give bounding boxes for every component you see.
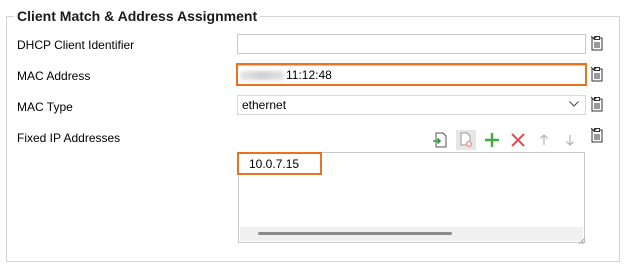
mac-address-label: MAC Address <box>17 69 91 83</box>
remove-button[interactable] <box>508 130 528 150</box>
import-button[interactable] <box>430 130 450 150</box>
import-icon <box>433 132 447 148</box>
chevron-down-icon <box>591 97 597 101</box>
mac-type-label: MAC Type <box>17 100 73 114</box>
chevron-down-icon <box>591 67 597 71</box>
dhcp-client-identifier-input[interactable] <box>237 34 586 54</box>
delete-file-button[interactable] <box>456 130 476 150</box>
resize-grip-icon[interactable] <box>578 237 586 245</box>
scrollbar-thumb[interactable] <box>258 232 452 235</box>
ip-item-highlight <box>237 152 322 175</box>
plus-icon <box>485 133 499 147</box>
chevron-down-icon <box>591 36 597 40</box>
move-down-button[interactable] <box>560 130 580 150</box>
mac-address-highlight <box>236 63 587 86</box>
mac-address-options-button[interactable] <box>589 66 613 84</box>
dhcp-client-identifier-options-button[interactable] <box>589 35 613 53</box>
horizontal-scrollbar[interactable] <box>240 227 583 241</box>
delete-file-icon <box>460 132 473 148</box>
dhcp-client-identifier-label: DHCP Client Identifier <box>17 38 135 52</box>
add-button[interactable] <box>482 130 502 150</box>
move-up-button[interactable] <box>534 130 554 150</box>
group-title: Client Match & Address Assignment <box>14 7 261 25</box>
arrow-up-icon <box>540 134 548 145</box>
x-icon <box>511 133 525 147</box>
arrow-down-icon <box>566 135 574 146</box>
chevron-down-icon <box>569 101 579 107</box>
chevron-down-icon <box>591 128 597 132</box>
mac-type-select[interactable]: ethernet <box>237 95 586 115</box>
fixed-ip-addresses-options-button[interactable] <box>589 127 613 145</box>
mac-type-value: ethernet <box>242 98 287 112</box>
fixed-ip-addresses-label: Fixed IP Addresses <box>17 131 121 145</box>
mac-type-options-button[interactable] <box>589 96 613 114</box>
